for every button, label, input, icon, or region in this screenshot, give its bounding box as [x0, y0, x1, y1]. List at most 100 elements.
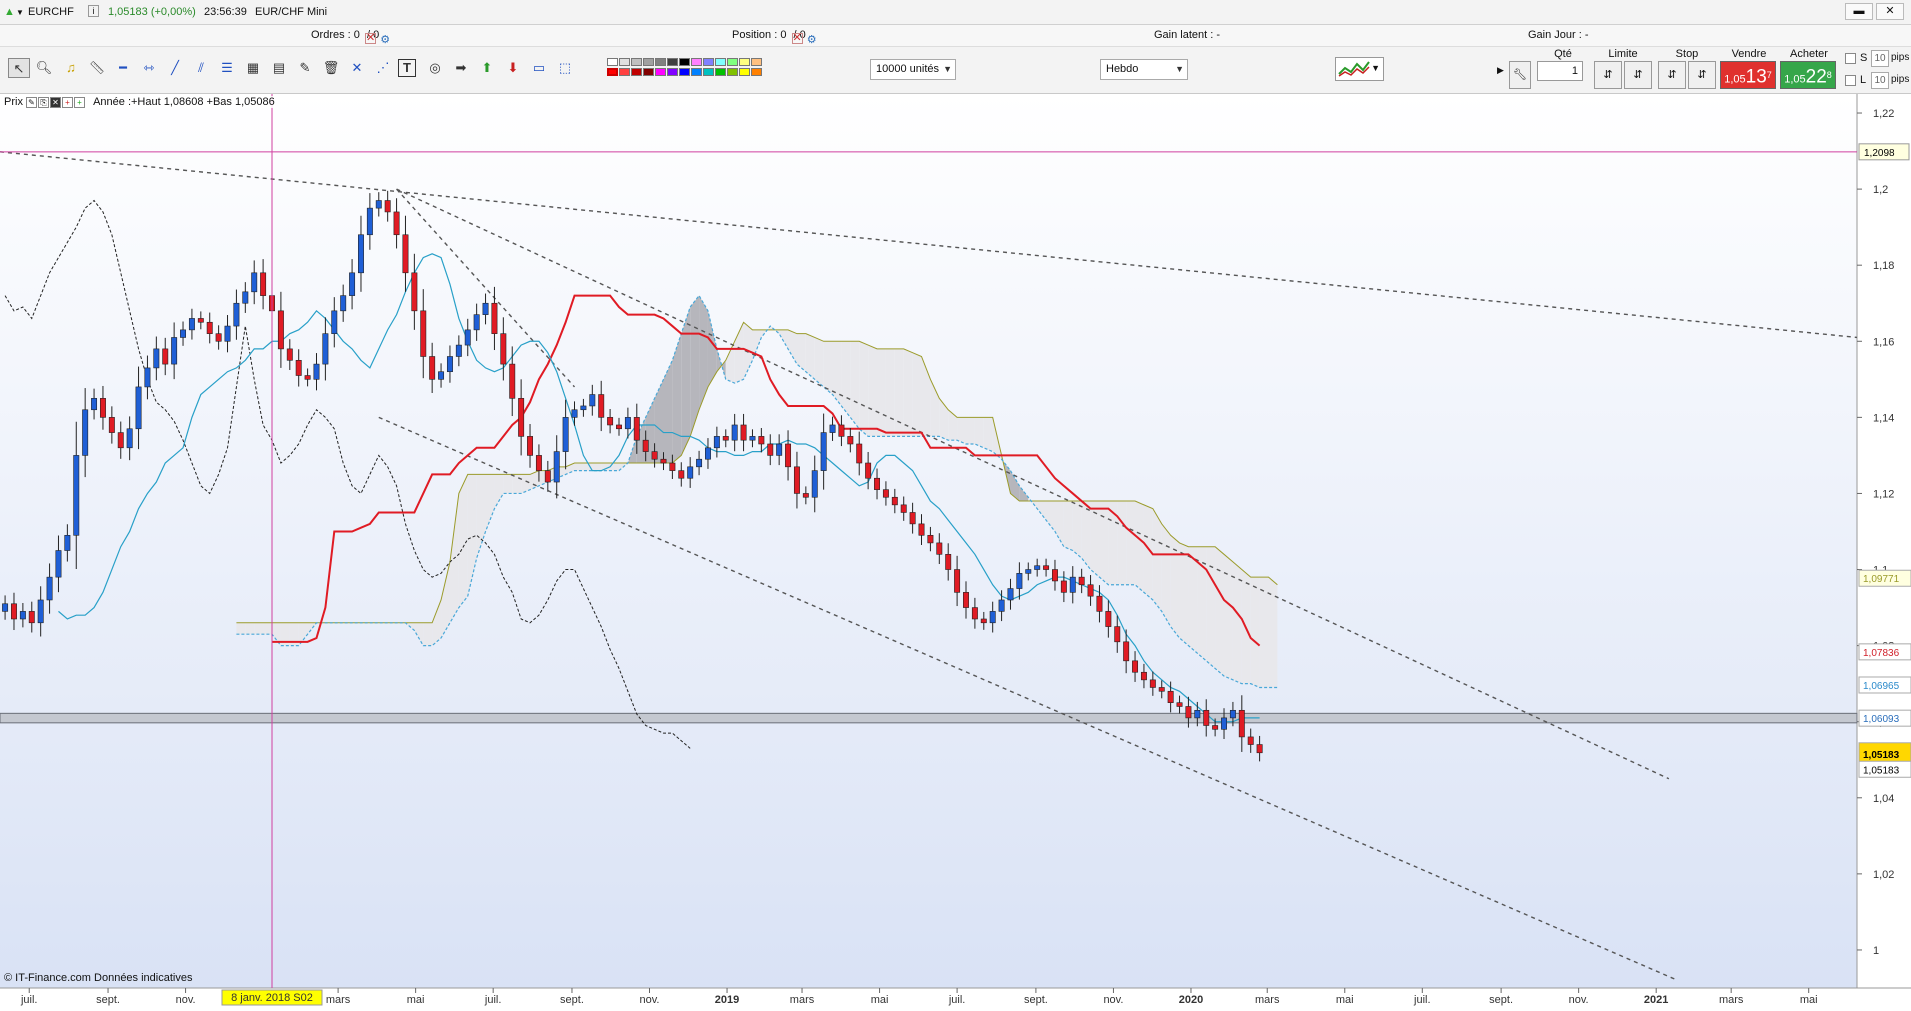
- candle-body: [491, 302, 498, 334]
- kumo-segment: [1152, 508, 1162, 612]
- retracement-icon[interactable]: ▤: [268, 58, 290, 78]
- candle-body: [1105, 611, 1112, 627]
- fibonacci-icon[interactable]: ☰: [216, 58, 238, 78]
- gear-icon[interactable]: ⚙: [380, 33, 390, 46]
- color-palette[interactable]: [607, 58, 765, 80]
- units-select[interactable]: 10000 unités ▼: [870, 59, 956, 80]
- candle-body: [313, 363, 320, 380]
- candle-body: [1060, 580, 1067, 593]
- candle-body: [1114, 626, 1121, 643]
- candle-body: [1247, 736, 1254, 745]
- buy-button[interactable]: 1,05228: [1780, 61, 1836, 89]
- close-icon[interactable]: ✕: [791, 33, 803, 44]
- trendline-icon[interactable]: ╱: [164, 58, 186, 78]
- alert-bell-icon[interactable]: ♫: [60, 58, 82, 78]
- buy-price-small: 1,05: [1784, 73, 1806, 86]
- candle-body: [633, 417, 640, 441]
- close-icon[interactable]: ✕: [50, 96, 62, 108]
- x-tick-label: juil.: [1413, 994, 1431, 1006]
- chart-area[interactable]: 1,221,21,181,161,141,121,11,081,061,041,…: [0, 94, 1911, 1011]
- copy-icon[interactable]: ⎘: [38, 96, 50, 108]
- chart-type-button[interactable]: ▼: [1335, 57, 1384, 81]
- minimize-icon[interactable]: ▬: [1845, 3, 1873, 20]
- arrow-right-icon[interactable]: ➡: [450, 58, 472, 78]
- period-select[interactable]: Hebdo ▼: [1100, 59, 1188, 80]
- kumo-segment: [885, 348, 895, 437]
- rectangle-select-icon[interactable]: ⬚: [554, 58, 576, 78]
- stop-sell-icon[interactable]: ⇵: [1688, 61, 1716, 89]
- ruler-icon[interactable]: 📏︎: [86, 58, 108, 78]
- l-pips-input[interactable]: 10: [1871, 72, 1889, 89]
- kumo-segment: [1117, 501, 1127, 585]
- cross-icon[interactable]: ✕: [346, 58, 368, 78]
- candle-body: [865, 462, 872, 479]
- price-chart[interactable]: 1,221,21,181,161,141,121,11,081,061,041,…: [0, 94, 1911, 1011]
- limit-buy-icon[interactable]: ⇵: [1594, 61, 1622, 89]
- limit-checkbox[interactable]: [1845, 75, 1856, 86]
- position-summary: Position : 0 ✕ / 0 ⚙: [732, 29, 817, 46]
- parallel-channel-icon[interactable]: ⫽: [190, 58, 212, 78]
- candle-body: [375, 200, 382, 209]
- candle-body: [909, 512, 916, 525]
- crosshair-price-label: 1,2098: [1864, 148, 1895, 159]
- add-icon[interactable]: +: [74, 96, 86, 108]
- candle-body: [402, 234, 409, 274]
- cursor-icon[interactable]: ↖: [8, 58, 30, 78]
- wrench-icon[interactable]: 🔧︎: [1509, 61, 1531, 89]
- candle-body: [945, 554, 952, 570]
- stop-checkbox[interactable]: [1845, 53, 1856, 64]
- kumo-segment: [974, 417, 984, 448]
- candle-body: [260, 272, 267, 296]
- candle-body: [1212, 725, 1219, 730]
- horizontal-line-icon[interactable]: ━: [112, 58, 134, 78]
- y-tick-label: 1,14: [1873, 412, 1894, 424]
- rectangle-icon[interactable]: ▭: [528, 58, 550, 78]
- candle-body: [598, 394, 605, 418]
- candle-body: [696, 458, 703, 468]
- sell-button[interactable]: 1,05137: [1720, 61, 1776, 89]
- y-tick-label: 1,2: [1873, 184, 1888, 196]
- y-tick-label: 1,16: [1873, 336, 1894, 348]
- chevron-down-icon: ▼: [943, 64, 952, 74]
- x-tick-label: sept.: [96, 994, 120, 1006]
- erase-icon[interactable]: ✎: [294, 58, 316, 78]
- candle-body: [464, 329, 471, 346]
- wrench-icon[interactable]: ✎: [26, 96, 38, 108]
- trash-icon[interactable]: 🗑︎: [320, 58, 342, 78]
- close-icon[interactable]: ✕: [1876, 3, 1904, 20]
- x-tick-label: nov.: [1569, 994, 1589, 1006]
- limit-label: Limite: [1608, 48, 1638, 60]
- close-icon[interactable]: ✕: [364, 33, 376, 44]
- horizontal-segment-icon[interactable]: ⇿: [138, 58, 160, 78]
- arrow-up-icon[interactable]: ⬆: [476, 58, 498, 78]
- x-tick-label: nov.: [176, 994, 196, 1006]
- candle-body: [171, 337, 178, 365]
- s-pips-input[interactable]: 10: [1871, 50, 1889, 67]
- y-tick-label: 1,12: [1873, 488, 1894, 500]
- x-tick-label: mars: [790, 994, 815, 1006]
- chevron-right-icon[interactable]: ▶: [1497, 65, 1504, 76]
- l-pips-label: pips: [1891, 74, 1910, 85]
- candle-body: [971, 607, 978, 620]
- info-icon[interactable]: i: [88, 5, 99, 17]
- limit-sell-icon[interactable]: ⇵: [1624, 61, 1652, 89]
- grid-icon[interactable]: ▦: [242, 58, 264, 78]
- regression-icon[interactable]: ⋰: [372, 58, 394, 78]
- chevron-down-icon[interactable]: ▼: [16, 8, 24, 17]
- candle-body: [295, 359, 302, 376]
- stop-buy-icon[interactable]: ⇵: [1658, 61, 1686, 89]
- kumo-segment: [263, 622, 273, 635]
- candle-body: [28, 611, 35, 624]
- qty-input[interactable]: 1: [1537, 61, 1583, 81]
- target-icon[interactable]: ◎: [424, 58, 446, 78]
- symbol-name[interactable]: EURCHF: [28, 6, 74, 18]
- kumo-segment: [823, 341, 833, 395]
- candle-body: [215, 333, 222, 342]
- gear-icon[interactable]: ⚙: [807, 33, 817, 46]
- add-indicator-icon[interactable]: +: [62, 96, 74, 108]
- text-icon[interactable]: T: [398, 59, 416, 77]
- candle-body: [251, 272, 258, 293]
- candle-body: [46, 576, 53, 601]
- arrow-down-icon[interactable]: ⬇: [502, 58, 524, 78]
- zoom-icon[interactable]: 🔍︎: [33, 58, 55, 78]
